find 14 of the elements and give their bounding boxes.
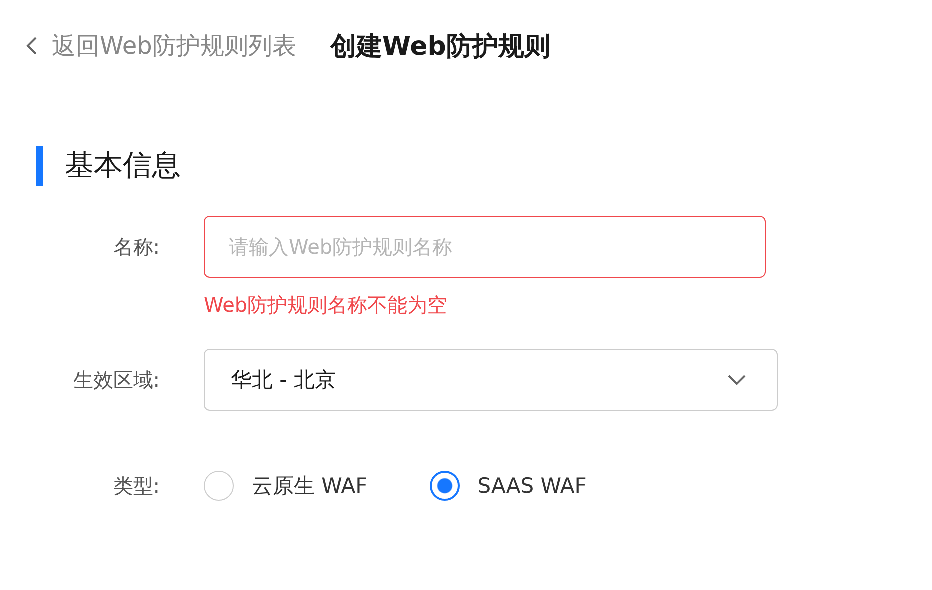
region-select[interactable]: 华北 - 北京 bbox=[204, 349, 778, 411]
section-marker bbox=[36, 146, 43, 186]
field-label: 名称: bbox=[112, 234, 160, 261]
section-title: 基本信息 bbox=[65, 147, 181, 184]
back-link[interactable]: 返回Web防护规则列表 bbox=[26, 30, 296, 62]
radio-option[interactable]: 云原生 WAF bbox=[204, 471, 368, 501]
chevron-left-icon bbox=[26, 36, 38, 56]
error-message: Web防护规则名称不能为空 bbox=[204, 292, 449, 319]
chevron-down-icon bbox=[727, 374, 747, 386]
name-input-field[interactable]: 请输入Web防护规则名称 bbox=[204, 216, 766, 278]
field-label: 生效区域: bbox=[72, 367, 160, 394]
page-title: 创建Web防护规则 bbox=[330, 30, 550, 64]
radio-option[interactable]: SAAS WAF bbox=[430, 471, 587, 501]
field-label: 类型: bbox=[112, 473, 160, 500]
